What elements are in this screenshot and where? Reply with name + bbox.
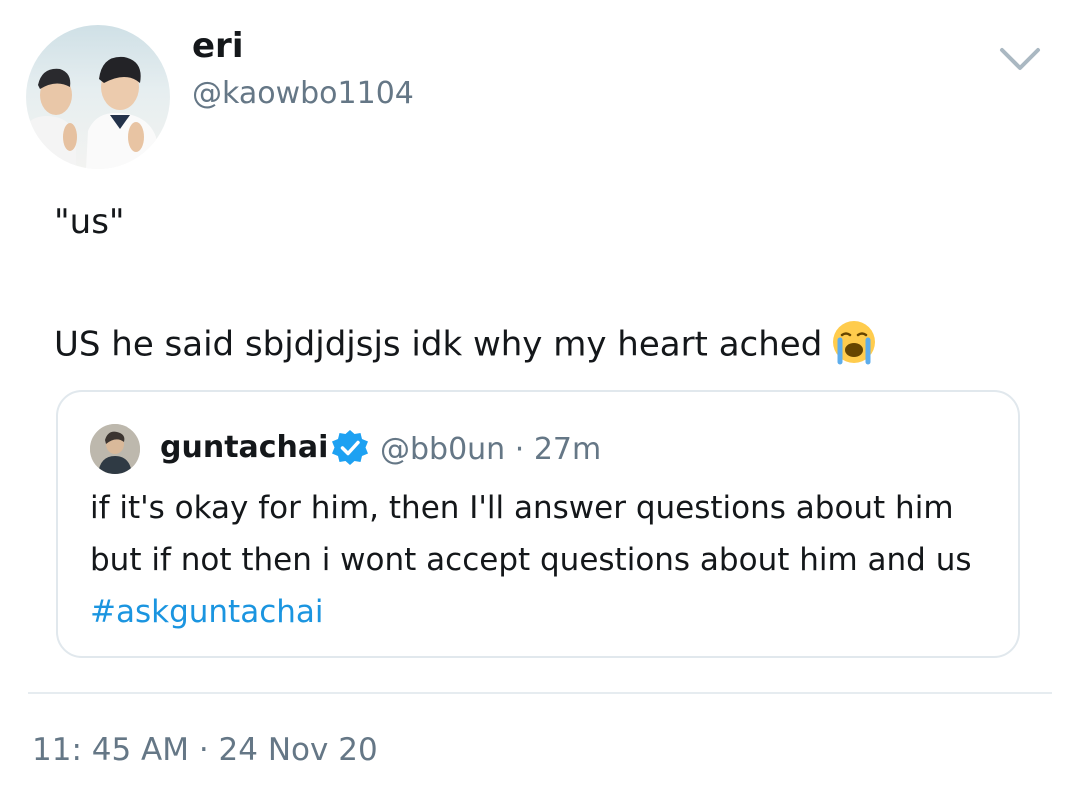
quoted-tweet-text-line-2: but if not then i wont accept questions … (90, 542, 972, 578)
avatar-photo (26, 56, 158, 169)
loudly-crying-face-icon (830, 318, 878, 366)
verified-badge-icon (330, 428, 370, 468)
divider (28, 692, 1052, 694)
tweet-timestamp[interactable]: 11: 45 AM · 24 Nov 20 (32, 730, 378, 770)
tweet-text-line-2: US he said sbjdjdjsjs idk why my heart a… (54, 321, 878, 370)
quoted-author-handle[interactable]: @bb0un (380, 432, 505, 467)
author-avatar[interactable] (26, 25, 170, 169)
author-handle[interactable]: @kaowbo1104 (192, 76, 414, 112)
quoted-tweet-text-line-1: if it's okay for him, then I'll answer q… (90, 490, 954, 526)
hashtag-link[interactable]: #askguntachai (90, 592, 324, 632)
quoted-tweet-meta: @bb0un · 27m (380, 432, 601, 468)
tweet-text-line-2-text: US he said sbjdjdjsjs idk why my heart a… (54, 324, 823, 365)
meta-separator: · (514, 432, 525, 467)
author-display-name[interactable]: eri (192, 26, 243, 66)
quoted-tweet-time[interactable]: 27m (534, 432, 601, 467)
chevron-down-icon[interactable] (996, 42, 1044, 78)
quoted-author-avatar[interactable] (90, 424, 140, 474)
tweet-text-line-1: "us" (54, 202, 125, 242)
quoted-tweet-card[interactable]: guntachai @bb0un · 27m if it's okay for … (56, 390, 1020, 658)
tweet-detail: eri @kaowbo1104 "us" US he said sbjdjdjs… (0, 0, 1080, 806)
quoted-author-display-name[interactable]: guntachai (160, 430, 328, 466)
quoted-avatar-photo (90, 424, 140, 474)
